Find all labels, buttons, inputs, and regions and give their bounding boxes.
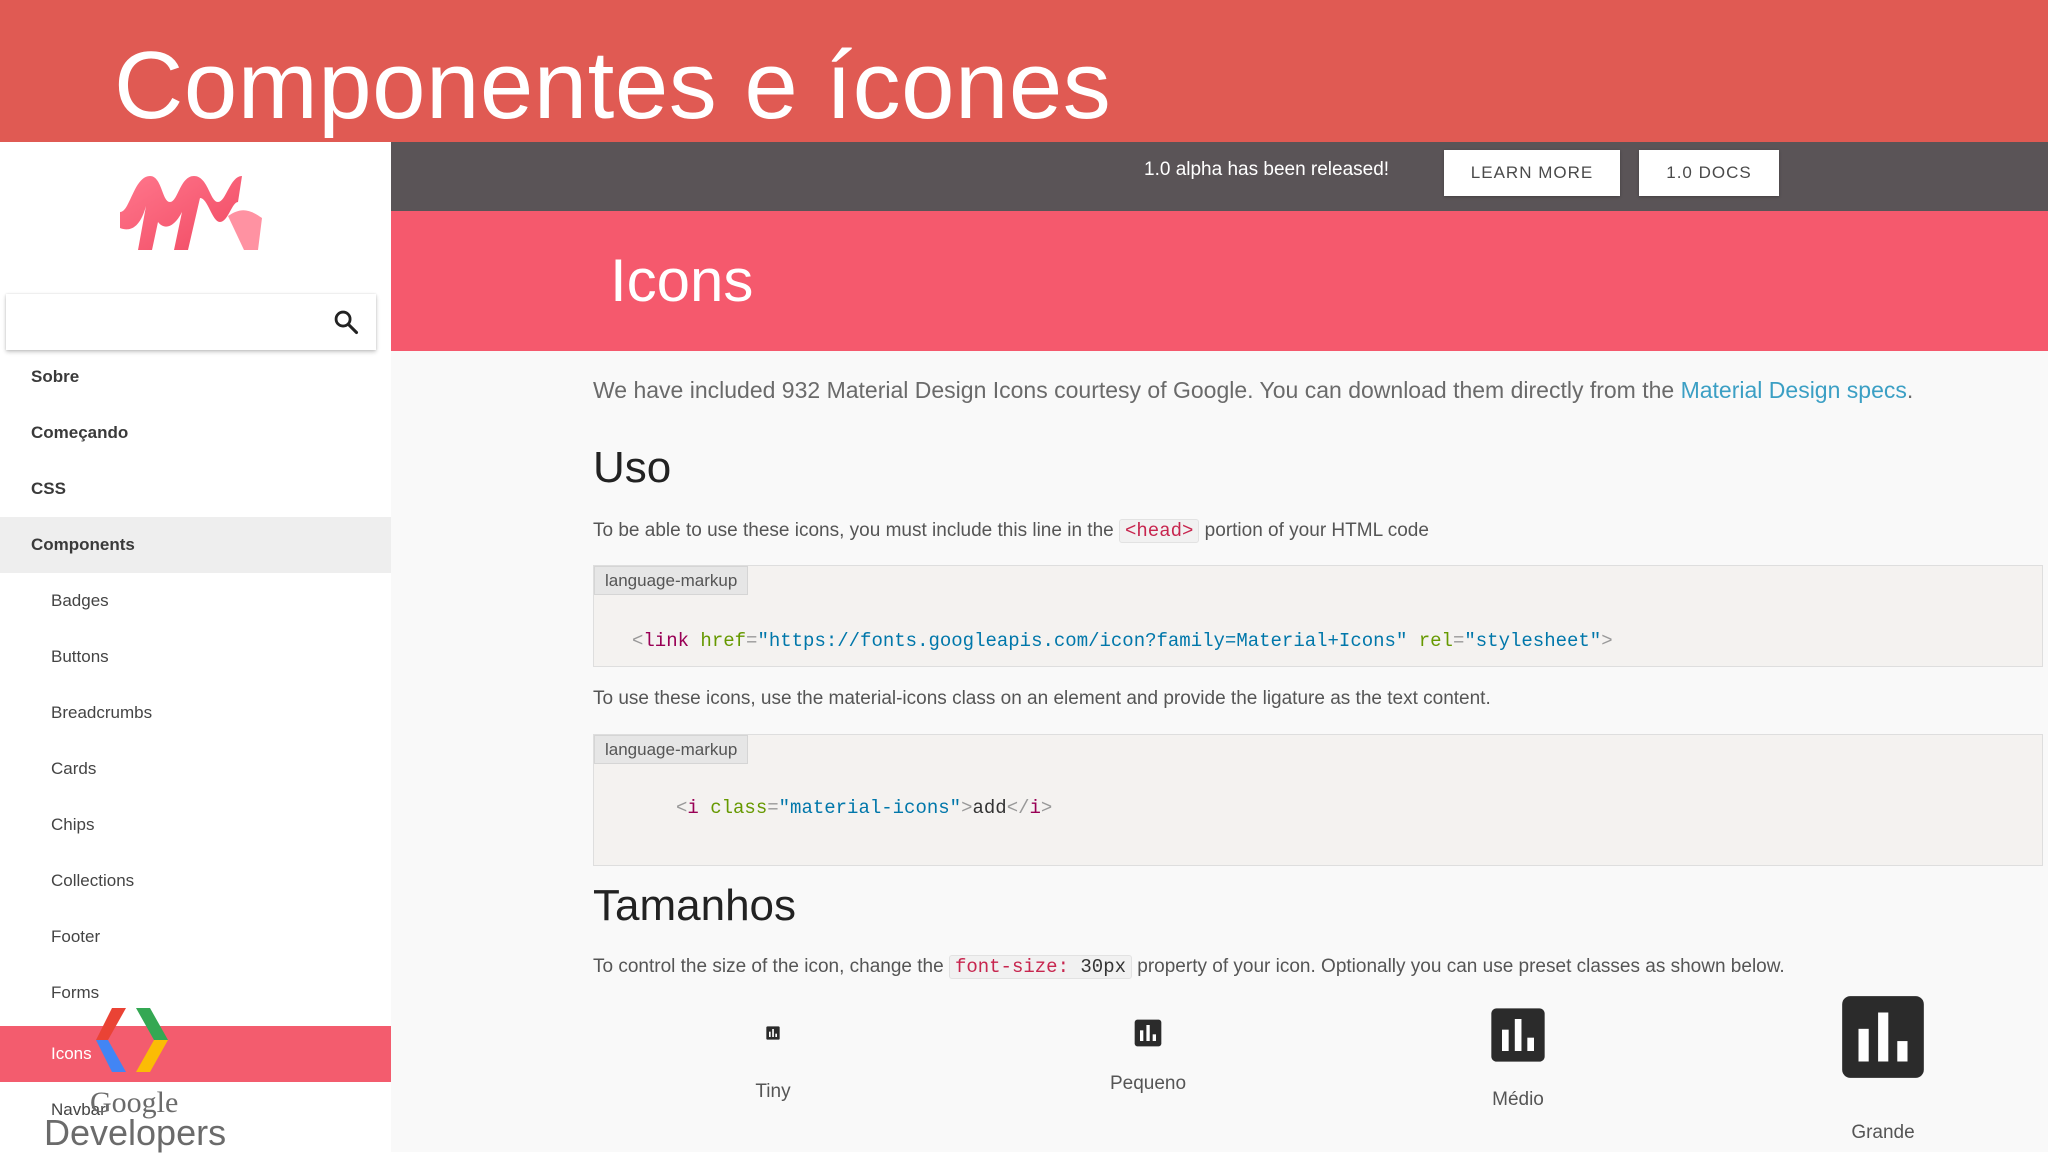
sidebar-item-cards[interactable]: Cards: [0, 741, 391, 797]
usage-paragraph: To use these icons, use the material-ico…: [593, 688, 1491, 709]
code-token: =: [746, 630, 758, 652]
head-inline-code: <head>: [1118, 519, 1200, 543]
sidebar-item-components[interactable]: Components: [0, 517, 391, 573]
code-token: link: [643, 630, 690, 652]
size-demo-pequeno: Pequeno: [1083, 1017, 1213, 1095]
sidebar: Sobre Começando CSS Components Badges Bu…: [0, 142, 392, 1153]
code-token: <: [632, 630, 644, 652]
font-size-inline-code: font-size: 30px: [948, 955, 1132, 979]
release-text: 1.0 alpha has been released!: [1144, 159, 1390, 180]
code-token: <: [676, 797, 688, 819]
code-token: "stylesheet": [1464, 630, 1602, 652]
section-heading-uso: Uso: [593, 443, 672, 492]
code-line-link: <link href="https://fonts.googleapis.com…: [632, 630, 1613, 652]
size-label-medio: Médio: [1492, 1089, 1544, 1110]
code-token: "https://fonts.googleapis.com/icon?famil…: [757, 630, 1408, 652]
watermark-developers-text: Developers: [44, 1112, 227, 1153]
size-label-pequeno: Pequeno: [1109, 1073, 1187, 1094]
google-developers-logo-icon: [96, 1008, 168, 1072]
uso-paragraph: To be able to use these icons, you must …: [593, 519, 1429, 543]
code-token: >: [1040, 797, 1053, 819]
code-token: </: [1006, 797, 1030, 819]
code-token: =: [1452, 630, 1465, 652]
slide-title: Componentes e ícones: [114, 32, 1112, 139]
sidebar-item-css[interactable]: CSS: [0, 461, 391, 517]
code-token: >: [961, 797, 973, 819]
page-hero: Icons: [391, 211, 2048, 351]
uso-paragraph-after: portion of your HTML code: [1199, 520, 1429, 541]
sidebar-item-collections[interactable]: Collections: [0, 853, 391, 909]
insert-chart-icon: [1134, 1019, 1162, 1047]
intro-text-body: We have included 932 Material Design Ico…: [593, 377, 1681, 403]
section-heading-tamanhos: Tamanhos: [593, 881, 797, 930]
sidebar-item-buttons[interactable]: Buttons: [0, 629, 391, 685]
search-icon[interactable]: [332, 308, 360, 336]
tamanhos-paragraph-after: property of your icon. Optionally you ca…: [1132, 956, 1785, 977]
code-token: add: [972, 797, 1007, 819]
search-input[interactable]: [6, 294, 376, 350]
code-language-tag: language-markup: [594, 735, 749, 764]
code-block-i: language-markup <i class="material-icons…: [593, 734, 2043, 866]
learn-more-button[interactable]: LEARN MORE: [1444, 150, 1620, 196]
slide-header: Componentes e ícones: [0, 0, 2048, 142]
size-demo-medio: Médio: [1453, 1003, 1583, 1111]
intro-text: We have included 932 Material Design Ico…: [593, 377, 1913, 404]
sidebar-item-chips[interactable]: Chips: [0, 797, 391, 853]
insert-chart-icon: [1491, 1008, 1545, 1062]
sidebar-item-footer[interactable]: Footer: [0, 909, 391, 965]
tamanhos-paragraph-before: To control the size of the icon, change …: [593, 956, 949, 977]
font-size-prop: font-size:: [954, 956, 1069, 978]
font-size-value: 30px: [1068, 956, 1126, 978]
insert-chart-icon: [766, 1026, 780, 1040]
code-token: href: [700, 630, 747, 652]
code-token: rel: [1418, 630, 1453, 652]
size-demo-grande: Grande: [1818, 988, 1948, 1144]
intro-text-end: .: [1906, 377, 1914, 403]
code-token: =: [767, 797, 779, 819]
size-demo-tiny: Tiny: [723, 1025, 823, 1103]
sidebar-item-comecando[interactable]: Começando: [0, 405, 391, 461]
code-token: "material-icons": [778, 797, 962, 819]
insert-chart-icon: [1842, 996, 1924, 1078]
uso-paragraph-before: To be able to use these icons, you must …: [593, 520, 1119, 541]
announcement-bar: 1.0 alpha has been released! LEARN MORE …: [391, 142, 2048, 211]
material-design-specs-link[interactable]: Material Design specs: [1681, 377, 1907, 403]
google-developers-watermark: Google Developers: [44, 1004, 227, 1153]
page-title: Icons: [610, 247, 754, 314]
size-label-tiny: Tiny: [755, 1081, 791, 1102]
tamanhos-paragraph: To control the size of the icon, change …: [593, 955, 1785, 979]
size-label-grande: Grande: [1851, 1122, 1915, 1143]
code-block-link: language-markup <link href="https://font…: [593, 565, 2043, 667]
sidebar-item-badges[interactable]: Badges: [0, 573, 391, 629]
code-language-tag: language-markup: [594, 566, 749, 595]
materialize-logo-icon[interactable]: [116, 172, 266, 254]
code-token: i: [1029, 797, 1041, 819]
code-token: >: [1601, 630, 1613, 652]
code-token: i: [687, 797, 699, 819]
code-line-i: <i class="material-icons">add</i>: [676, 797, 1052, 819]
sidebar-item-breadcrumbs[interactable]: Breadcrumbs: [0, 685, 391, 741]
docs-button[interactable]: 1.0 DOCS: [1639, 150, 1779, 196]
sidebar-item-sobre[interactable]: Sobre: [0, 349, 391, 405]
main-content: We have included 932 Material Design Ico…: [593, 351, 2043, 1152]
code-token: class: [710, 797, 768, 819]
